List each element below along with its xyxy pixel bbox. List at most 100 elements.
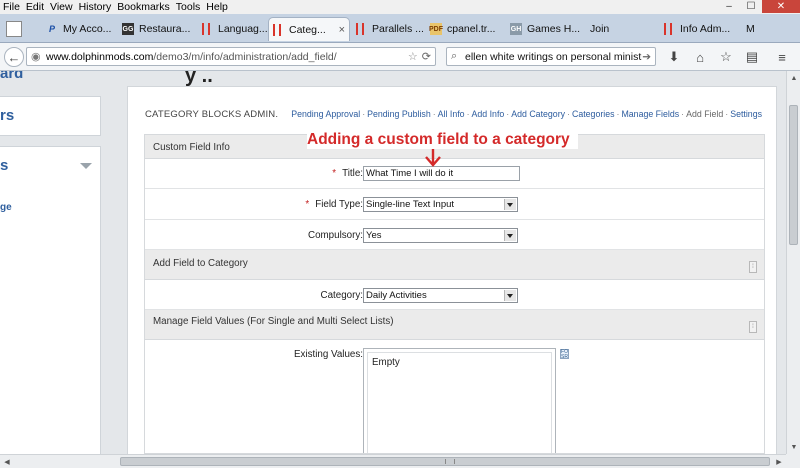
field-type-select[interactable]: Single-line Text Input xyxy=(363,197,518,212)
page-title: CATEGORY BLOCKS ADMIN. xyxy=(145,109,279,120)
sidebar-box: s ge xyxy=(0,146,101,454)
form-row-category: Category: Daily Activities xyxy=(145,280,764,310)
nav-settings[interactable]: Settings xyxy=(730,109,762,119)
chevron-down-icon xyxy=(504,199,516,210)
menu-view[interactable]: View xyxy=(47,0,76,14)
edit-values-icon[interactable]: FO SR xyxy=(560,349,569,360)
maximize-button[interactable]: ☐ xyxy=(740,0,762,13)
menu-history[interactable]: History xyxy=(76,0,115,14)
nav-add-info[interactable]: Add Info xyxy=(472,109,505,119)
category-select[interactable]: Daily Activities xyxy=(363,288,518,303)
nav-pending-publish[interactable]: Pending Publish xyxy=(367,109,431,119)
add-field-form: Custom Field Info * Title: What Time I wi… xyxy=(144,134,765,454)
tab-label: Games H... xyxy=(527,23,581,35)
compulsory-label: Compulsory: xyxy=(308,230,363,241)
scroll-up-icon[interactable]: ▲ xyxy=(788,72,800,84)
pdf-icon: PDF xyxy=(429,23,443,35)
nav-separator: · xyxy=(362,109,366,119)
url-bar[interactable]: ◉ www.dolphinmods.com/demo3/m/info/admin… xyxy=(26,47,436,66)
horizontal-scrollbar[interactable]: ◀ ▶ xyxy=(0,454,786,468)
tab-app[interactable] xyxy=(2,17,38,41)
tab-label: M xyxy=(746,23,755,35)
tab-restaurant[interactable]: GG Restaura... xyxy=(118,17,198,41)
form-row-existing-values: Existing Values: Empty FO SR xyxy=(145,340,764,453)
menu-tools[interactable]: Tools xyxy=(173,0,204,14)
tab-label: Restaura... xyxy=(139,23,191,35)
search-bar[interactable]: ⌕ ellen white writings on personal minis… xyxy=(446,47,656,66)
tab-games[interactable]: GH Games H... xyxy=(506,17,584,41)
search-input[interactable]: ellen white writings on personal ministr… xyxy=(465,51,642,63)
collapse-icon[interactable]: ⁞ xyxy=(749,321,757,333)
nav-separator: · xyxy=(506,109,510,119)
nav-all-info[interactable]: All Info xyxy=(438,109,465,119)
nav-add-category[interactable]: Add Category xyxy=(511,109,565,119)
close-window-button[interactable]: ✕ xyxy=(762,0,800,13)
bookmark-icon[interactable]: ☆ xyxy=(716,47,736,67)
paypal-icon: P xyxy=(48,24,55,34)
tab-join[interactable]: Join xyxy=(584,17,654,41)
section-title: Custom Field Info xyxy=(153,142,230,153)
sidebar-box-title[interactable]: rs xyxy=(0,107,14,124)
section-manage-field-values: Manage Field Values (For Single and Mult… xyxy=(145,310,764,340)
tab-label: Info Adm... xyxy=(680,23,731,35)
nav-manage-fields[interactable]: Manage Fields xyxy=(621,109,679,119)
url-path: /demo3/m/info/administration/add_field/ xyxy=(153,50,337,63)
scroll-left-icon[interactable]: ◀ xyxy=(1,456,13,468)
tab-close-icon[interactable]: × xyxy=(339,24,345,36)
tab-cpanel[interactable]: PDF cpanel.tr... xyxy=(426,17,504,41)
tab-label: Join xyxy=(590,23,610,35)
field-type-label: * Field Type: xyxy=(305,199,363,210)
tab-info-admin[interactable]: Info Adm... xyxy=(660,17,742,41)
bars-icon xyxy=(356,23,364,35)
minimize-button[interactable]: – xyxy=(718,0,740,13)
vertical-scrollbar[interactable]: ▲ ▼ xyxy=(786,71,800,454)
menu-edit[interactable]: Edit xyxy=(23,0,47,14)
required-marker: * xyxy=(332,168,337,179)
nav-separator: · xyxy=(432,109,436,119)
sidebar-box-title[interactable]: s xyxy=(0,157,8,174)
reload-icon[interactable]: ⟳ xyxy=(422,50,431,63)
tab-categories-active[interactable]: Categ... × xyxy=(268,17,350,41)
menu-bookmarks[interactable]: Bookmarks xyxy=(114,0,173,14)
page-viewport: ard y .. rs s ge CATEGORY BLOCKS ADMIN. … xyxy=(0,71,786,454)
navigation-bar: ← ◉ www.dolphinmods.com/demo3/m/info/adm… xyxy=(0,43,800,71)
required-marker: * xyxy=(305,199,310,210)
tab-label: Parallels ... xyxy=(372,23,424,35)
reading-list-icon[interactable]: ▤ xyxy=(742,47,762,67)
arrow-down-icon xyxy=(425,149,441,167)
existing-values-box[interactable]: Empty xyxy=(363,348,556,453)
tab-my-account[interactable]: P My Acco... xyxy=(42,17,118,41)
chevron-down-icon[interactable] xyxy=(80,163,92,169)
horizontal-scroll-thumb[interactable] xyxy=(120,457,770,466)
tab-parallels[interactable]: Parallels ... xyxy=(352,17,424,41)
title-input[interactable]: What Time I will do it xyxy=(363,166,520,181)
download-icon[interactable]: ⬇ xyxy=(664,47,684,67)
bookmark-star-icon[interactable]: ☆ xyxy=(408,50,418,63)
nav-categories[interactable]: Categories xyxy=(572,109,615,119)
section-title: Manage Field Values (For Single and Mult… xyxy=(153,316,394,327)
menu-icon[interactable]: ≡ xyxy=(772,47,792,67)
menu-bar: File Edit View History Bookmarks Tools Help – … xyxy=(0,0,800,14)
scroll-right-icon[interactable]: ▶ xyxy=(773,456,785,468)
search-go-icon[interactable]: ➔ xyxy=(642,51,651,63)
home-icon[interactable]: ⌂ xyxy=(690,47,710,67)
tab-more[interactable]: M xyxy=(742,17,766,41)
nav-separator: · xyxy=(681,109,685,119)
vertical-scroll-thumb[interactable] xyxy=(789,105,798,245)
sidebar-box: rs xyxy=(0,96,101,136)
tab-languages[interactable]: Languag... xyxy=(198,17,268,41)
existing-values-text: Empty xyxy=(372,357,400,368)
scroll-down-icon[interactable]: ▼ xyxy=(788,441,800,453)
compulsory-select[interactable]: Yes xyxy=(363,228,518,243)
menu-help[interactable]: Help xyxy=(203,0,231,14)
bars-icon xyxy=(202,23,210,35)
back-icon[interactable]: ← xyxy=(4,47,24,67)
tab-label: Categ... xyxy=(289,23,326,36)
collapse-icon[interactable]: ⁞ xyxy=(749,261,757,273)
grip-icon xyxy=(445,459,455,464)
nav-pending-approval[interactable]: Pending Approval xyxy=(291,109,360,119)
menu-file[interactable]: File xyxy=(0,0,23,14)
sidebar-link[interactable]: ge xyxy=(0,202,12,213)
bars-icon xyxy=(664,23,672,35)
category-label: Category: xyxy=(320,290,363,301)
